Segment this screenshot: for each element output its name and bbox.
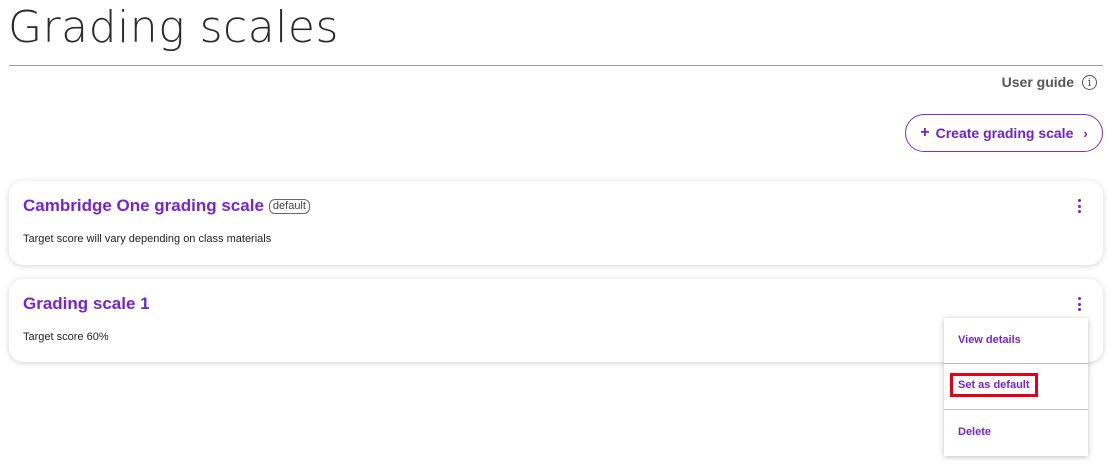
title-divider	[9, 65, 1103, 66]
grading-scale-card: Cambridge One grading scale default Targ…	[9, 181, 1103, 265]
menu-item-view-details[interactable]: View details	[958, 334, 1021, 346]
kebab-dot	[1077, 308, 1081, 311]
kebab-dot	[1077, 204, 1081, 208]
plus-icon: +	[920, 124, 930, 141]
kebab-menu-icon[interactable]	[1075, 199, 1083, 213]
grading-scale-description: Target score will vary depending on clas…	[23, 233, 272, 245]
chevron-right-icon: ›	[1083, 125, 1088, 141]
menu-divider	[944, 363, 1088, 364]
info-icon: i	[1082, 74, 1097, 90]
page-title: Grading scales	[8, 2, 339, 53]
user-guide-label: User guide	[1001, 74, 1074, 90]
grading-scale-title[interactable]: Grading scale 1	[23, 294, 150, 314]
kebab-dot	[1077, 210, 1081, 213]
user-guide-link[interactable]: User guide i	[1002, 74, 1097, 90]
card-title-row: Cambridge One grading scale default	[23, 196, 310, 216]
menu-item-delete[interactable]: Delete	[958, 426, 991, 438]
kebab-dot	[1077, 199, 1081, 202]
scale-actions-menu: View details Set as default Delete	[944, 318, 1088, 456]
menu-item-set-as-default[interactable]: Set as default	[950, 373, 1038, 397]
card-title-row: Grading scale 1	[23, 294, 150, 314]
create-grading-scale-button[interactable]: + Create grading scale ›	[905, 114, 1103, 152]
kebab-dot	[1077, 297, 1081, 300]
grading-scale-title[interactable]: Cambridge One grading scale	[23, 196, 264, 216]
create-button-label: Create grading scale	[935, 125, 1074, 141]
kebab-menu-icon[interactable]	[1075, 297, 1083, 311]
kebab-dot	[1077, 302, 1081, 306]
grading-scale-card: Grading scale 1 Target score 60%	[9, 279, 1103, 362]
default-badge: default	[268, 198, 310, 214]
menu-divider	[944, 409, 1088, 410]
grading-scale-description: Target score 60%	[23, 331, 109, 343]
